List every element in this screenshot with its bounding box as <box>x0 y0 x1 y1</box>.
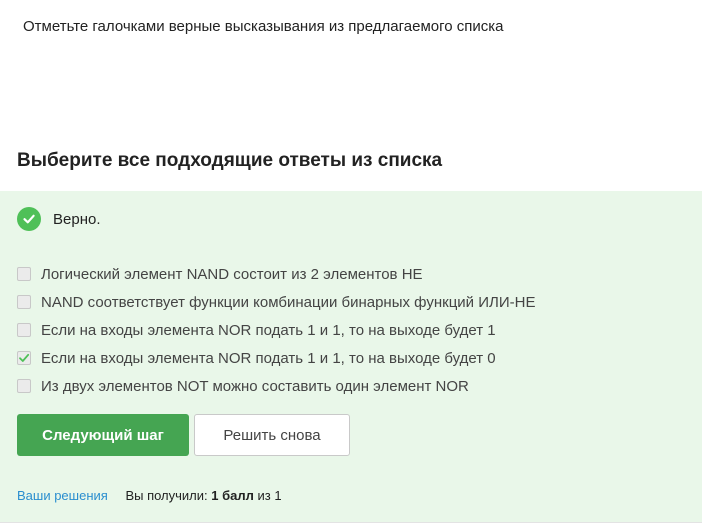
action-buttons: Следующий шаг Решить снова <box>17 414 350 456</box>
answer-option-label: Логический элемент NAND состоит из 2 эле… <box>41 265 423 283</box>
answer-option[interactable]: Логический элемент NAND состоит из 2 эле… <box>17 260 535 288</box>
checkbox[interactable] <box>17 267 31 281</box>
solve-again-button[interactable]: Решить снова <box>194 414 350 456</box>
score-text: Вы получили: 1 балл из 1 <box>125 488 281 503</box>
checkmark-icon <box>19 353 30 362</box>
answer-option[interactable]: Если на входы элемента NOR подать 1 и 1,… <box>17 316 535 344</box>
checkbox[interactable] <box>17 323 31 337</box>
answer-option[interactable]: Если на входы элемента NOR подать 1 и 1,… <box>17 344 535 372</box>
score-value: 1 балл <box>211 488 254 503</box>
step-page: Отметьте галочками верные высказывания и… <box>0 0 702 529</box>
next-step-button[interactable]: Следующий шаг <box>17 414 189 456</box>
feedback-row: Верно. <box>17 207 100 231</box>
answer-option-label: Если на входы элемента NOR подать 1 и 1,… <box>41 321 496 339</box>
result-panel: Верно. Логический элемент NAND состоит и… <box>0 191 702 522</box>
check-circle-icon <box>17 207 41 231</box>
footer-row: Ваши решения Вы получили: 1 балл из 1 <box>17 488 282 503</box>
answer-option-label: NAND соответствует функции комбинации би… <box>41 293 536 311</box>
answer-option[interactable]: Из двух элементов NOT можно составить од… <box>17 372 535 400</box>
answer-options: Логический элемент NAND состоит из 2 эле… <box>17 260 535 400</box>
answer-option-label: Если на входы элемента NOR подать 1 и 1,… <box>41 349 496 367</box>
score-prefix: Вы получили: <box>125 488 212 503</box>
your-solutions-link[interactable]: Ваши решения <box>17 488 108 503</box>
answer-option-label: Из двух элементов NOT можно составить од… <box>41 377 469 395</box>
question-text: Отметьте галочками верные высказывания и… <box>23 18 504 35</box>
score-suffix: из 1 <box>253 488 282 503</box>
divider <box>0 522 702 523</box>
feedback-text: Верно. <box>53 210 101 228</box>
checkbox[interactable] <box>17 379 31 393</box>
checkbox-checked[interactable] <box>17 351 31 365</box>
answer-option[interactable]: NAND соответствует функции комбинации би… <box>17 288 535 316</box>
checkbox[interactable] <box>17 295 31 309</box>
section-title: Выберите все подходящие ответы из списка <box>17 150 443 171</box>
